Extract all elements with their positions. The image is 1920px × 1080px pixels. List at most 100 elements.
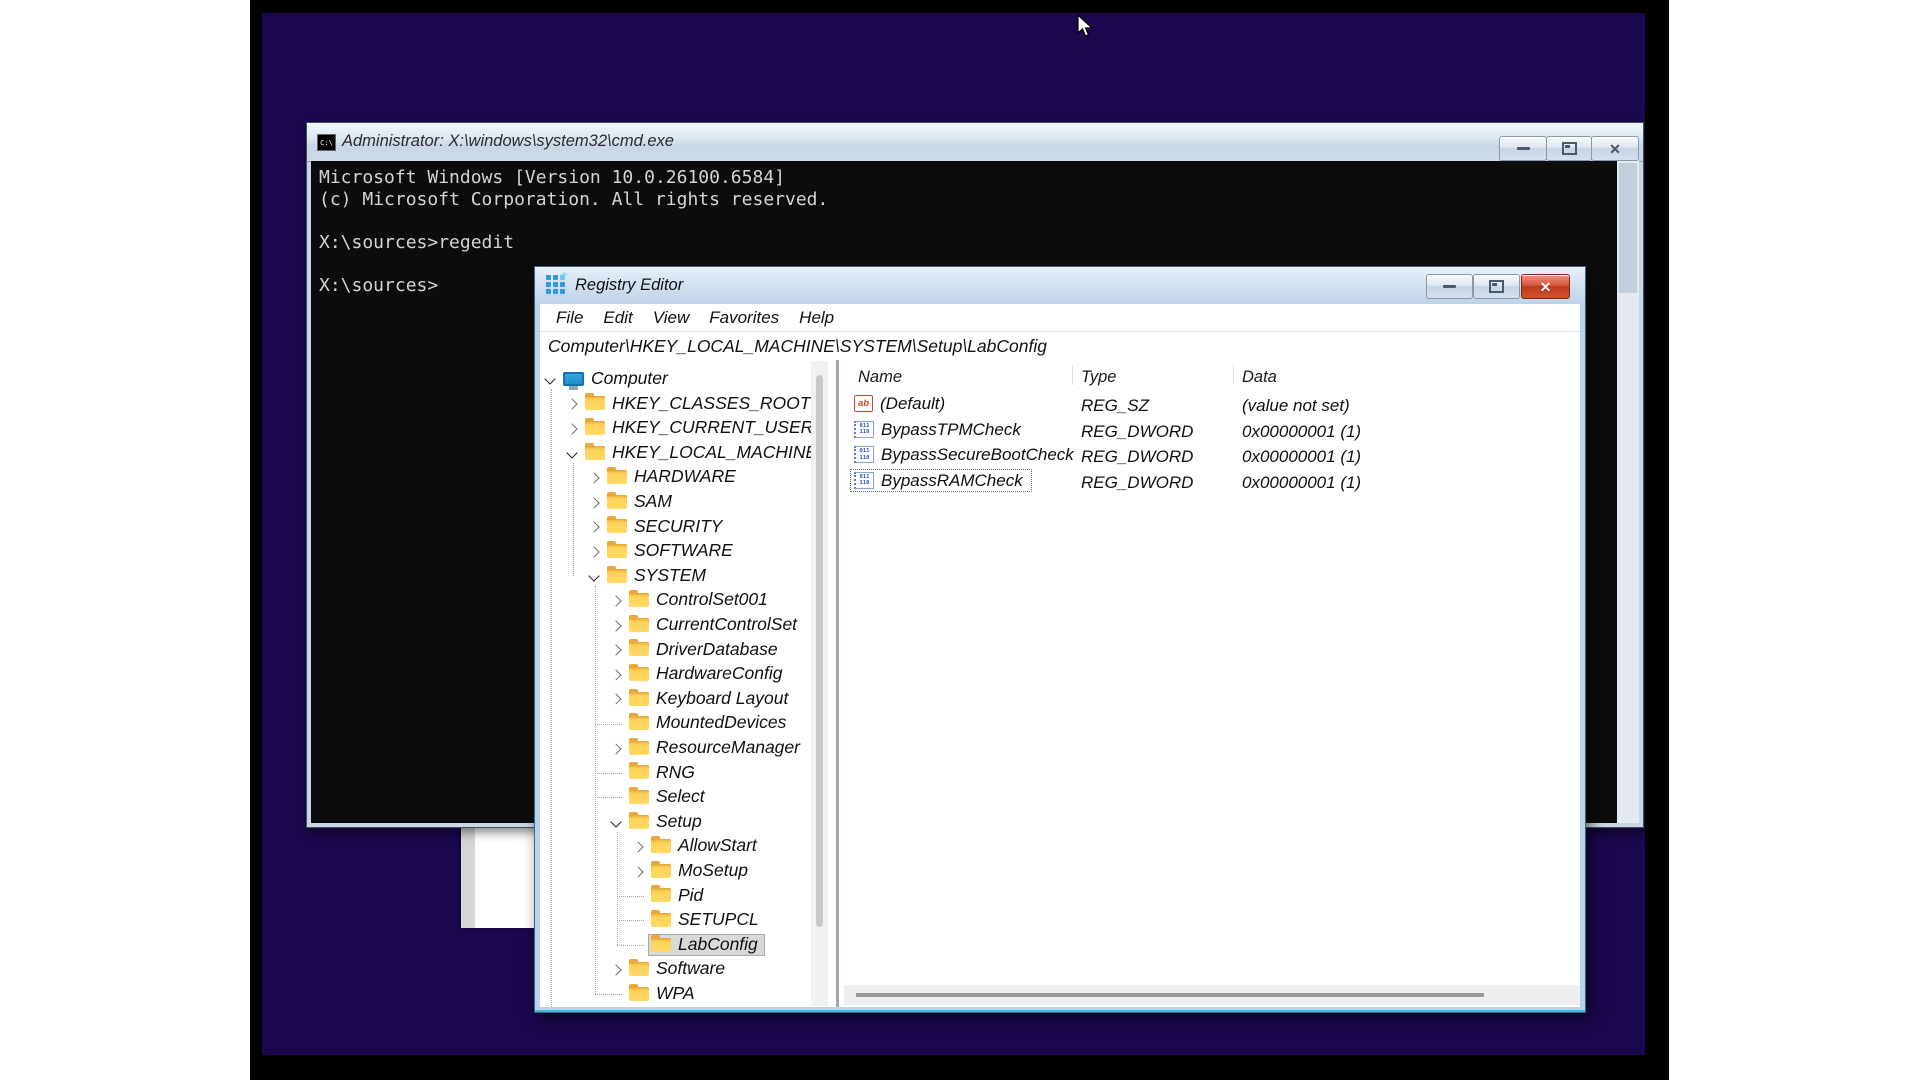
registry-maximize-button[interactable] (1473, 274, 1520, 299)
tree-node[interactable]: MountedDevices (626, 712, 793, 735)
tree-node[interactable]: Setup (626, 811, 709, 834)
tree-item-rng[interactable]: RNG (540, 761, 808, 786)
tree-item-mosetup[interactable]: MoSetup (540, 859, 808, 884)
value-name-cell[interactable]: 011110BypassTPMCheck (850, 418, 1030, 441)
cmd-close-button[interactable]: ✕ (1591, 136, 1639, 161)
chevron-right-icon[interactable] (588, 546, 599, 557)
tree-item-hkey-local-machine[interactable]: HKEY_LOCAL_MACHINE (540, 441, 808, 466)
tree-item-mounteddevices[interactable]: MountedDevices (540, 711, 808, 736)
tree-node[interactable]: WPA (626, 983, 702, 1006)
tree-node[interactable]: RNG (626, 762, 702, 785)
tree-item-controlset001[interactable]: ControlSet001 (540, 588, 808, 613)
tree-item-system[interactable]: SYSTEM (540, 564, 808, 589)
chevron-right-icon[interactable] (566, 423, 577, 434)
tree-node[interactable]: DriverDatabase (626, 639, 785, 662)
tree-item-allowstart[interactable]: AllowStart (540, 834, 808, 859)
tree-item-resourcemanager[interactable]: ResourceManager (540, 736, 808, 761)
tree-node[interactable]: MoSetup (648, 860, 755, 883)
tree-item-hardware[interactable]: HARDWARE (540, 465, 808, 490)
chevron-right-icon[interactable] (610, 620, 621, 631)
chevron-down-icon[interactable] (544, 373, 555, 384)
tree-item-software[interactable]: SOFTWARE (540, 539, 808, 564)
chevron-right-icon[interactable] (610, 644, 621, 655)
chevron-right-icon[interactable] (610, 964, 621, 975)
tree-node[interactable]: SOFTWARE (604, 540, 740, 563)
tree-node[interactable]: SETUPCL (648, 909, 766, 932)
tree-item-driverdatabase[interactable]: DriverDatabase (540, 638, 808, 663)
value-name-cell[interactable]: 011110BypassSecureBootCheck (850, 443, 1083, 466)
tree-node[interactable]: ResourceManager (626, 737, 807, 760)
menu-edit[interactable]: Edit (593, 306, 642, 330)
chevron-right-icon[interactable] (610, 595, 621, 606)
chevron-right-icon[interactable] (610, 694, 621, 705)
registry-minimize-button[interactable] (1426, 274, 1473, 299)
selected-tree-node[interactable]: LabConfig (648, 934, 765, 957)
chevron-right-icon[interactable] (566, 398, 577, 409)
tree-item-wpa[interactable]: WPA (540, 982, 808, 1007)
column-separator[interactable] (1072, 365, 1073, 385)
cmd-minimize-button[interactable] (1499, 136, 1547, 161)
tree-item-currentcontrolset[interactable]: CurrentControlSet (540, 613, 808, 638)
tree-item-labconfig[interactable]: LabConfig (540, 933, 808, 958)
tree-vertical-scrollbar[interactable] (811, 361, 828, 1006)
menu-view[interactable]: View (643, 306, 700, 330)
cmd-console-scrollbar[interactable] (1617, 161, 1639, 823)
tree-item-software[interactable]: Software (540, 957, 808, 982)
chevron-down-icon[interactable] (610, 816, 621, 827)
cmd-maximize-button[interactable] (1546, 136, 1592, 161)
menu-file[interactable]: File (546, 306, 593, 330)
chevron-right-icon[interactable] (610, 743, 621, 754)
tree-node[interactable]: CurrentControlSet (626, 614, 804, 637)
value-row-bypasstpmcheck[interactable]: 011110BypassTPMCheckREG_DWORD0x00000001 … (844, 418, 1580, 444)
tree-item-hardwareconfig[interactable]: HardwareConfig (540, 662, 808, 687)
registry-titlebar[interactable]: Registry Editor ✕ (535, 267, 1585, 304)
values-horizontal-scrollbar[interactable] (844, 985, 1580, 1005)
tree-node[interactable]: Computer (560, 368, 675, 391)
tree-item-select[interactable]: Select (540, 785, 808, 810)
chevron-down-icon[interactable] (566, 447, 577, 458)
tree-item-pid[interactable]: Pid (540, 884, 808, 909)
chevron-right-icon[interactable] (588, 472, 599, 483)
tree-item-security[interactable]: SECURITY (540, 515, 808, 540)
panel-splitter[interactable] (836, 360, 839, 1007)
tree-item-sam[interactable]: SAM (540, 490, 808, 515)
tree-scrollbar-thumb[interactable] (816, 375, 823, 927)
hscrollbar-thumb[interactable] (856, 993, 1484, 997)
tree-node[interactable]: HKEY_CLASSES_ROOT (582, 393, 817, 416)
tree-node[interactable]: HardwareConfig (626, 663, 789, 686)
menu-favorites[interactable]: Favorites (699, 306, 789, 330)
column-header-name[interactable]: Name (858, 368, 902, 387)
tree-node[interactable]: HARDWARE (604, 466, 743, 489)
value-row-bypassramcheck[interactable]: 011110BypassRAMCheckREG_DWORD0x00000001 … (844, 469, 1580, 495)
column-header-type[interactable]: Type (1081, 368, 1116, 387)
value-row-bypasssecurebootcheck[interactable]: 011110BypassSecureBootCheckREG_DWORD0x00… (844, 443, 1580, 469)
chevron-right-icon[interactable] (610, 669, 621, 680)
chevron-right-icon[interactable] (632, 841, 643, 852)
cmd-titlebar[interactable]: C:\ Administrator: X:\windows\system32\c… (307, 123, 1643, 162)
tree-item-setupcl[interactable]: SETUPCL (540, 908, 808, 933)
chevron-right-icon[interactable] (588, 497, 599, 508)
tree-node[interactable]: AllowStart (648, 835, 764, 858)
chevron-down-icon[interactable] (588, 570, 599, 581)
value-name-cell[interactable]: ab(Default) (850, 392, 954, 415)
column-header-data[interactable]: Data (1242, 368, 1277, 387)
registry-addressbar[interactable]: Computer\HKEY_LOCAL_MACHINE\SYSTEM\Setup… (540, 332, 1580, 361)
tree-item-setup[interactable]: Setup (540, 810, 808, 835)
tree-node[interactable]: HKEY_LOCAL_MACHINE (582, 442, 824, 465)
registry-tree-panel[interactable]: ComputerHKEY_CLASSES_ROOTHKEY_CURRENT_US… (540, 360, 832, 1007)
tree-node[interactable]: SECURITY (604, 516, 729, 539)
tree-node[interactable]: Keyboard Layout (626, 688, 795, 711)
chevron-right-icon[interactable] (632, 866, 643, 877)
tree-node[interactable]: HKEY_CURRENT_USER (582, 417, 820, 440)
tree-item-hkey-classes-root[interactable]: HKEY_CLASSES_ROOT (540, 392, 808, 417)
tree-node[interactable]: SYSTEM (604, 565, 713, 588)
focused-value-name[interactable]: 011110BypassRAMCheck (850, 469, 1032, 492)
cmd-scrollbar-thumb[interactable] (1619, 163, 1637, 293)
tree-node[interactable]: Pid (648, 885, 710, 908)
chevron-right-icon[interactable] (588, 521, 599, 532)
tree-node[interactable]: SAM (604, 491, 679, 514)
tree-item-keyboard-layout[interactable]: Keyboard Layout (540, 687, 808, 712)
tree-item-computer[interactable]: Computer (540, 367, 808, 392)
column-separator[interactable] (1233, 365, 1234, 385)
tree-node[interactable]: Software (626, 958, 732, 981)
